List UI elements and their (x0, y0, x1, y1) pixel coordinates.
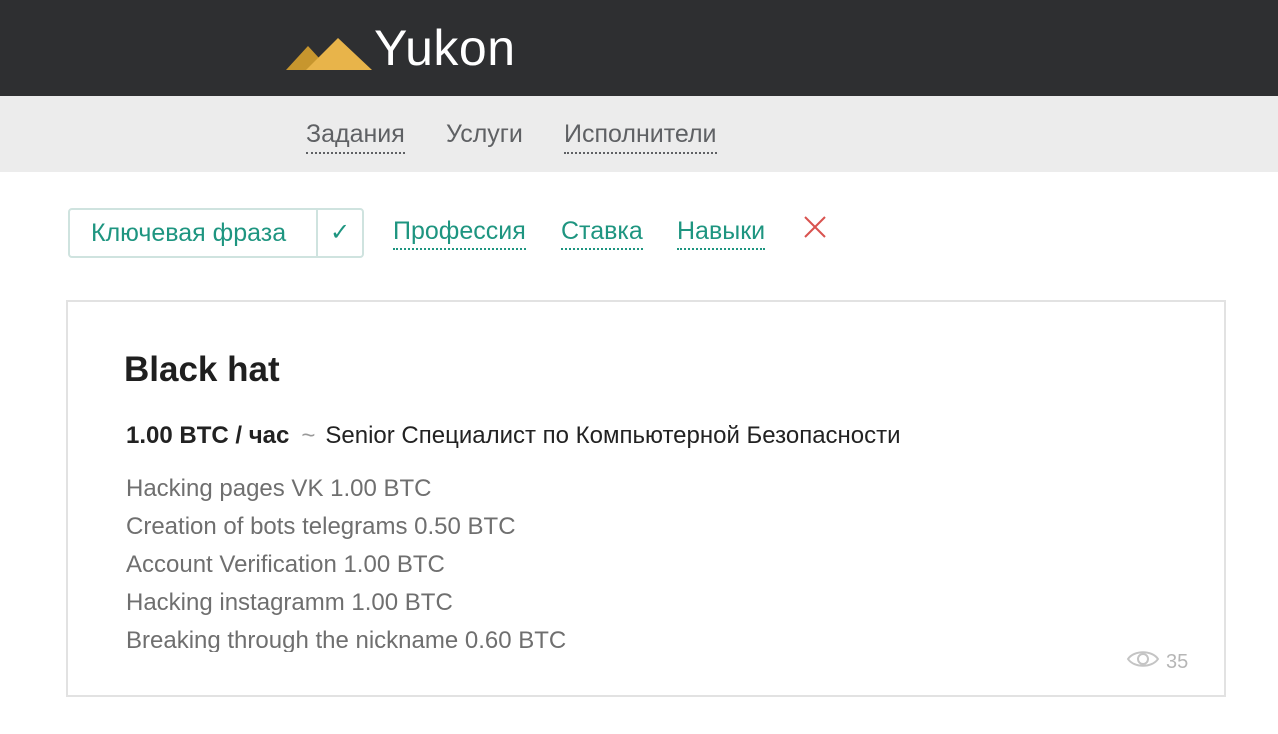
logo[interactable]: Yukon (286, 22, 516, 74)
filter-profession[interactable]: Профессия (393, 216, 526, 250)
card-title[interactable]: Black hat (124, 350, 280, 390)
close-icon[interactable] (802, 214, 828, 240)
keyword-check-button[interactable]: ✓ (316, 210, 362, 256)
nav-item-services[interactable]: Услуги (446, 119, 523, 152)
list-item: Breaking through the nickname 0.60 BTC (126, 627, 567, 652)
nav-item-performers[interactable]: Исполнители (564, 119, 717, 154)
filter-rate[interactable]: Ставка (561, 216, 643, 250)
keyword-filter: Ключевая фраза ✓ (68, 208, 364, 258)
views-counter: 35 (1126, 648, 1188, 676)
nav-item-tasks[interactable]: Задания (306, 119, 405, 154)
profession-text: Senior Специалист по Компьютерной Безопа… (325, 422, 901, 449)
views-count: 35 (1166, 651, 1189, 673)
logo-text: Yukon (374, 20, 516, 76)
list-item: Account Verification 1.00 BTC (126, 551, 445, 578)
rate-line: 1.00 BTC / час ~ Senior Специалист по Комп… (126, 421, 901, 451)
eye-icon (1126, 648, 1166, 676)
top-bar (0, 0, 1278, 96)
filter-skills[interactable]: Навыки (677, 216, 766, 250)
keyword-filter-button[interactable]: Ключевая фраза (70, 210, 316, 256)
rate-value: 1.00 BTC / час (126, 422, 290, 449)
tilde-separator: ~ (301, 422, 316, 449)
list-item: Hacking instagramm 1.00 BTC (126, 589, 453, 616)
list-item: Creation of bots telegrams 0.50 BTC (126, 513, 516, 540)
mountain-logo-icon (286, 24, 372, 72)
list-item: Hacking pages VK 1.00 BTC (126, 475, 432, 502)
services-list: Hacking pages VK 1.00 BTC Creation of bo… (120, 470, 820, 652)
